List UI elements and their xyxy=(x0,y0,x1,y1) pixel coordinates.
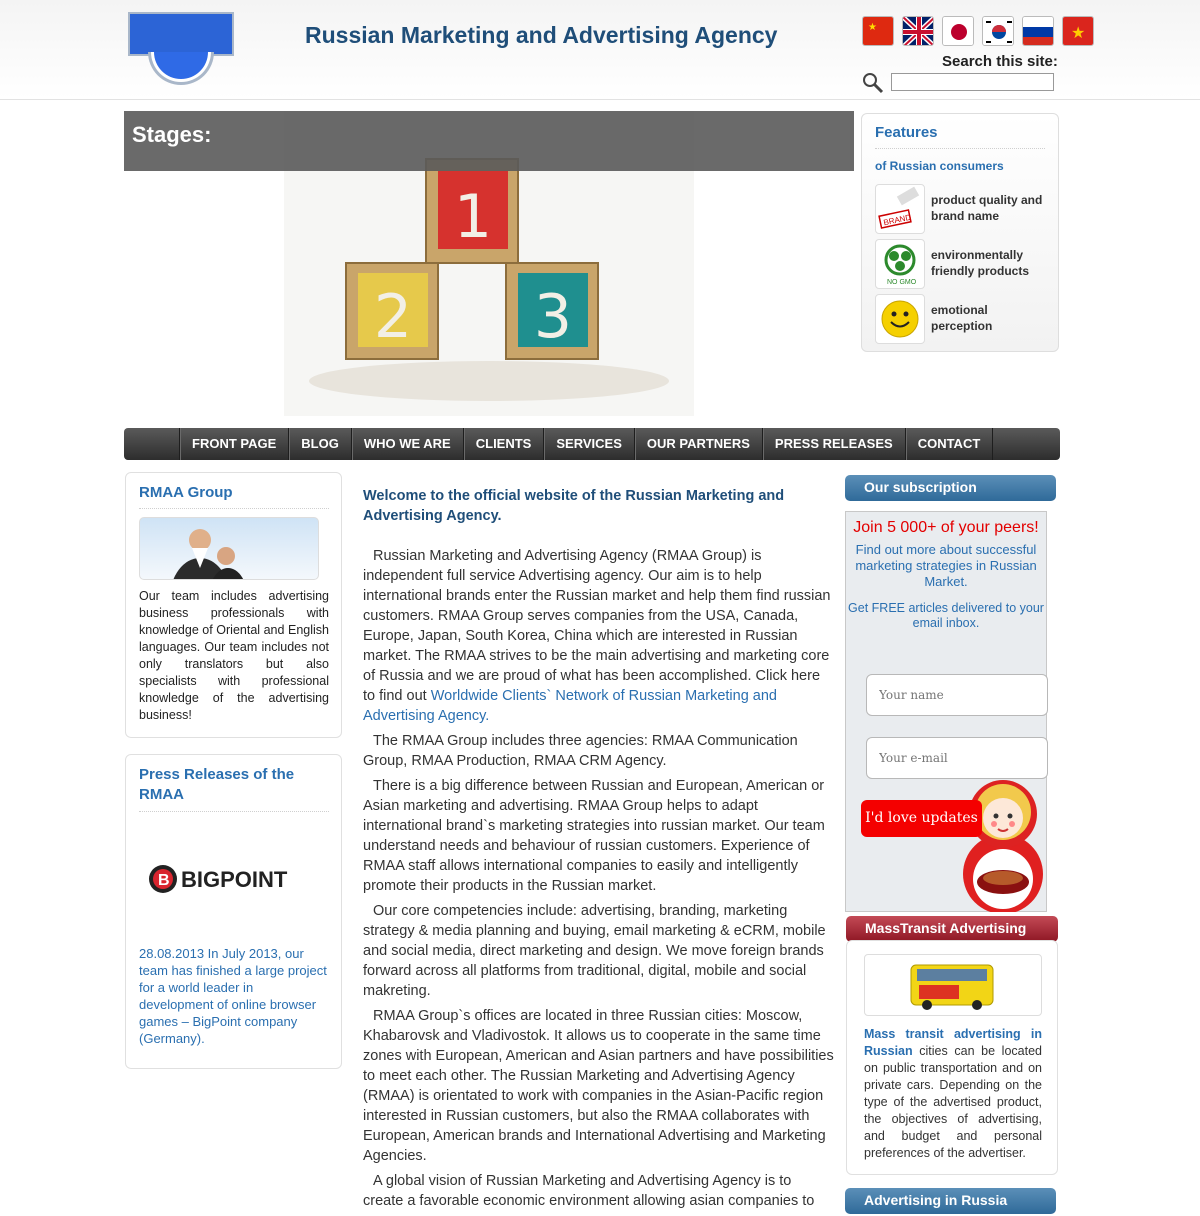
banner-title-bar xyxy=(124,111,854,171)
masstransit-body: cities can be located on public transpor… xyxy=(864,1044,1042,1160)
main-content: Welcome to the official website of the R… xyxy=(363,486,835,1216)
bigpoint-logo-text: BIGPOINT xyxy=(181,867,288,892)
nav-press-releases[interactable]: PRESS RELEASES xyxy=(761,428,905,460)
china-flag-icon[interactable]: ★ xyxy=(862,16,894,46)
agencies-paragraph: The RMAA Group includes three agencies: … xyxy=(363,733,798,769)
search-icon[interactable] xyxy=(862,72,884,94)
nav-contact[interactable]: CONTACT xyxy=(904,428,994,460)
language-flags: ★ ★ xyxy=(862,16,1094,46)
svg-text:★: ★ xyxy=(868,22,877,33)
russia-flag-icon[interactable] xyxy=(1022,16,1054,46)
divider xyxy=(139,811,329,812)
paragraph-text: Russian Marketing and Advertising Agency… xyxy=(363,548,831,704)
nav-clients[interactable]: CLIENTS xyxy=(462,428,544,460)
nav-blog[interactable]: BLOG xyxy=(288,428,351,460)
smiley-icon xyxy=(875,294,925,344)
nav-front-page[interactable]: FRONT PAGE xyxy=(179,428,288,460)
find-out-text: Find out more about successful marketing… xyxy=(855,542,1037,589)
stages-banner: 2 3 1 Stages: xyxy=(124,111,854,416)
vision-paragraph: A global vision of Russian Marketing and… xyxy=(363,1173,815,1209)
name-field[interactable] xyxy=(866,674,1048,716)
japan-flag-icon[interactable] xyxy=(942,16,974,46)
site-logo[interactable] xyxy=(128,12,234,86)
join-peers-text: Join 5 000+ of your peers! xyxy=(853,519,1039,536)
rmaa-group-title[interactable]: RMAA Group xyxy=(139,483,329,503)
feature-label: emotional perception xyxy=(931,303,993,333)
masstransit-heading: MassTransit Advertising xyxy=(846,916,1058,942)
rmaa-group-box: RMAA Group Our team includes advertising… xyxy=(125,472,342,738)
email-field[interactable] xyxy=(866,737,1048,779)
press-releases-box: Press Releases of the RMAA B BIGPOINT 28.… xyxy=(125,754,342,1069)
feature-item-quality[interactable]: BRAND product quality and brand name xyxy=(875,184,1055,234)
subscription-heading: Our subscription xyxy=(845,475,1056,501)
feature-item-emotional[interactable]: emotional perception xyxy=(875,294,1055,344)
svg-text:B: B xyxy=(158,872,170,889)
welcome-heading: Welcome to the official website of the R… xyxy=(363,488,785,524)
masstransit-box: Mass transit advertising in Russian citi… xyxy=(846,940,1058,1175)
bigpoint-logo[interactable]: B BIGPOINT xyxy=(139,851,319,906)
subscription-box: Join 5 000+ of your peers! Find out more… xyxy=(845,511,1048,912)
matryoshka-doll-image xyxy=(963,780,1043,912)
main-nav: FRONT PAGE BLOG WHO WE ARE CLIENTS SERVI… xyxy=(124,428,1060,460)
search-label: Search this site: xyxy=(942,53,1058,70)
feature-label: environmentally friendly products xyxy=(931,248,1030,278)
advertising-in-russia-heading: Advertising in Russia xyxy=(845,1188,1056,1214)
svg-text:3: 3 xyxy=(534,282,572,352)
feature-item-eco[interactable]: NO GMO environmentally friendly products xyxy=(875,239,1055,289)
subscribe-button[interactable]: I'd love updates xyxy=(861,800,982,837)
svg-text:2: 2 xyxy=(374,282,412,352)
competencies-paragraph: Our core competencies include: advertisi… xyxy=(363,903,826,999)
rmaa-group-text: Our team includes advertising business p… xyxy=(139,589,329,722)
divider xyxy=(875,148,1045,149)
divider xyxy=(139,508,329,509)
offices-paragraph: RMAA Group`s offices are located in thre… xyxy=(363,1008,834,1164)
paragraph-end: . xyxy=(485,708,490,724)
banner-title: Stages: xyxy=(132,122,212,147)
nav-who-we-are[interactable]: WHO WE ARE xyxy=(350,428,463,460)
site-header: Russian Marketing and Advertising Agency… xyxy=(0,0,1200,100)
features-box: Features of Russian consumers BRAND prod… xyxy=(861,113,1059,352)
intro-paragraph: Russian Marketing and Advertising Agency… xyxy=(363,546,835,726)
no-gmo-icon: NO GMO xyxy=(875,239,925,289)
site-title[interactable]: Russian Marketing and Advertising Agency xyxy=(305,22,777,49)
press-releases-title[interactable]: Press Releases of the RMAA xyxy=(139,765,329,805)
vietnam-flag-icon[interactable]: ★ xyxy=(1062,16,1094,46)
difference-paragraph: There is a big difference between Russia… xyxy=(363,778,825,894)
svg-text:1: 1 xyxy=(454,182,492,252)
features-title: Features xyxy=(875,124,938,141)
press-release-text[interactable]: 28.08.2013 In July 2013, our team has fi… xyxy=(139,945,329,1047)
korea-flag-icon[interactable] xyxy=(982,16,1014,46)
nav-our-partners[interactable]: OUR PARTNERS xyxy=(633,428,762,460)
nav-services[interactable]: SERVICES xyxy=(543,428,634,460)
uk-flag-icon[interactable] xyxy=(902,16,934,46)
svg-text:★: ★ xyxy=(1071,25,1085,42)
team-photo xyxy=(139,517,319,580)
search-input[interactable] xyxy=(891,73,1054,91)
features-subtitle: of Russian consumers xyxy=(875,159,1004,173)
svg-text:NO GMO: NO GMO xyxy=(887,279,917,286)
masstransit-text: Mass transit advertising in Russian citi… xyxy=(864,1026,1042,1162)
bus-advertising-image[interactable] xyxy=(864,954,1042,1016)
brand-icon: BRAND xyxy=(875,184,925,234)
feature-label: product quality and brand name xyxy=(931,193,1043,223)
get-free-text: Get FREE articles delivered to your emai… xyxy=(848,601,1044,630)
